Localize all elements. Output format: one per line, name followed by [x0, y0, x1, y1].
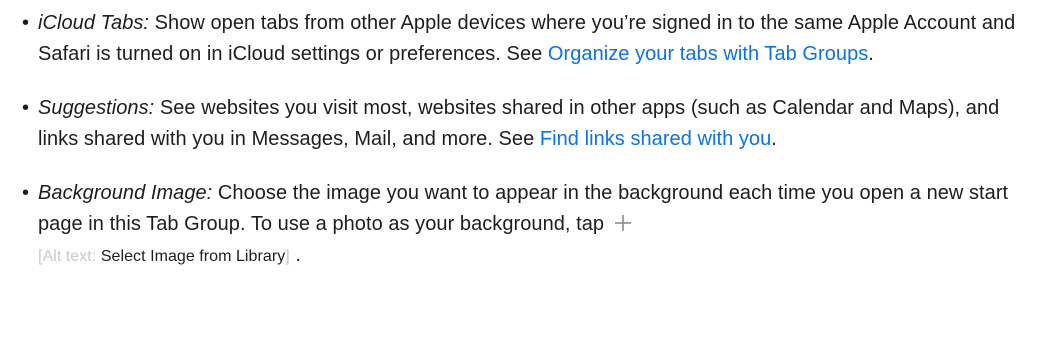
item-description: See websites you visit most, websites sh…	[38, 97, 1000, 150]
alt-text-annotation: [Alt text: Select Image from Library]	[38, 248, 290, 265]
term-suggestions: Suggestions:	[38, 97, 155, 119]
plus-icon	[614, 215, 631, 231]
alt-text-label: Alt text:	[42, 248, 97, 265]
period: .	[295, 244, 301, 266]
period: .	[868, 43, 874, 65]
link-organize-tabs[interactable]: Organize your tabs with Tab Groups	[548, 43, 868, 65]
term-background-image: Background Image:	[38, 182, 213, 204]
start-page-options-list: • iCloud Tabs: Show open tabs from other…	[22, 8, 1032, 271]
list-item-suggestions: • Suggestions: See websites you visit mo…	[22, 93, 1032, 155]
document-body: • iCloud Tabs: Show open tabs from other…	[0, 0, 1060, 271]
link-find-links-shared[interactable]: Find links shared with you	[540, 128, 771, 150]
bullet: •	[22, 97, 30, 119]
bullet: •	[22, 182, 30, 204]
alt-text-value: Select Image from Library	[100, 248, 286, 265]
period: .	[771, 128, 777, 150]
list-item-background-image: • Background Image: Choose the image you…	[22, 178, 1032, 271]
bullet: •	[22, 12, 30, 34]
list-item-icloud-tabs: • iCloud Tabs: Show open tabs from other…	[22, 8, 1032, 70]
term-icloud-tabs: iCloud Tabs:	[38, 12, 150, 34]
